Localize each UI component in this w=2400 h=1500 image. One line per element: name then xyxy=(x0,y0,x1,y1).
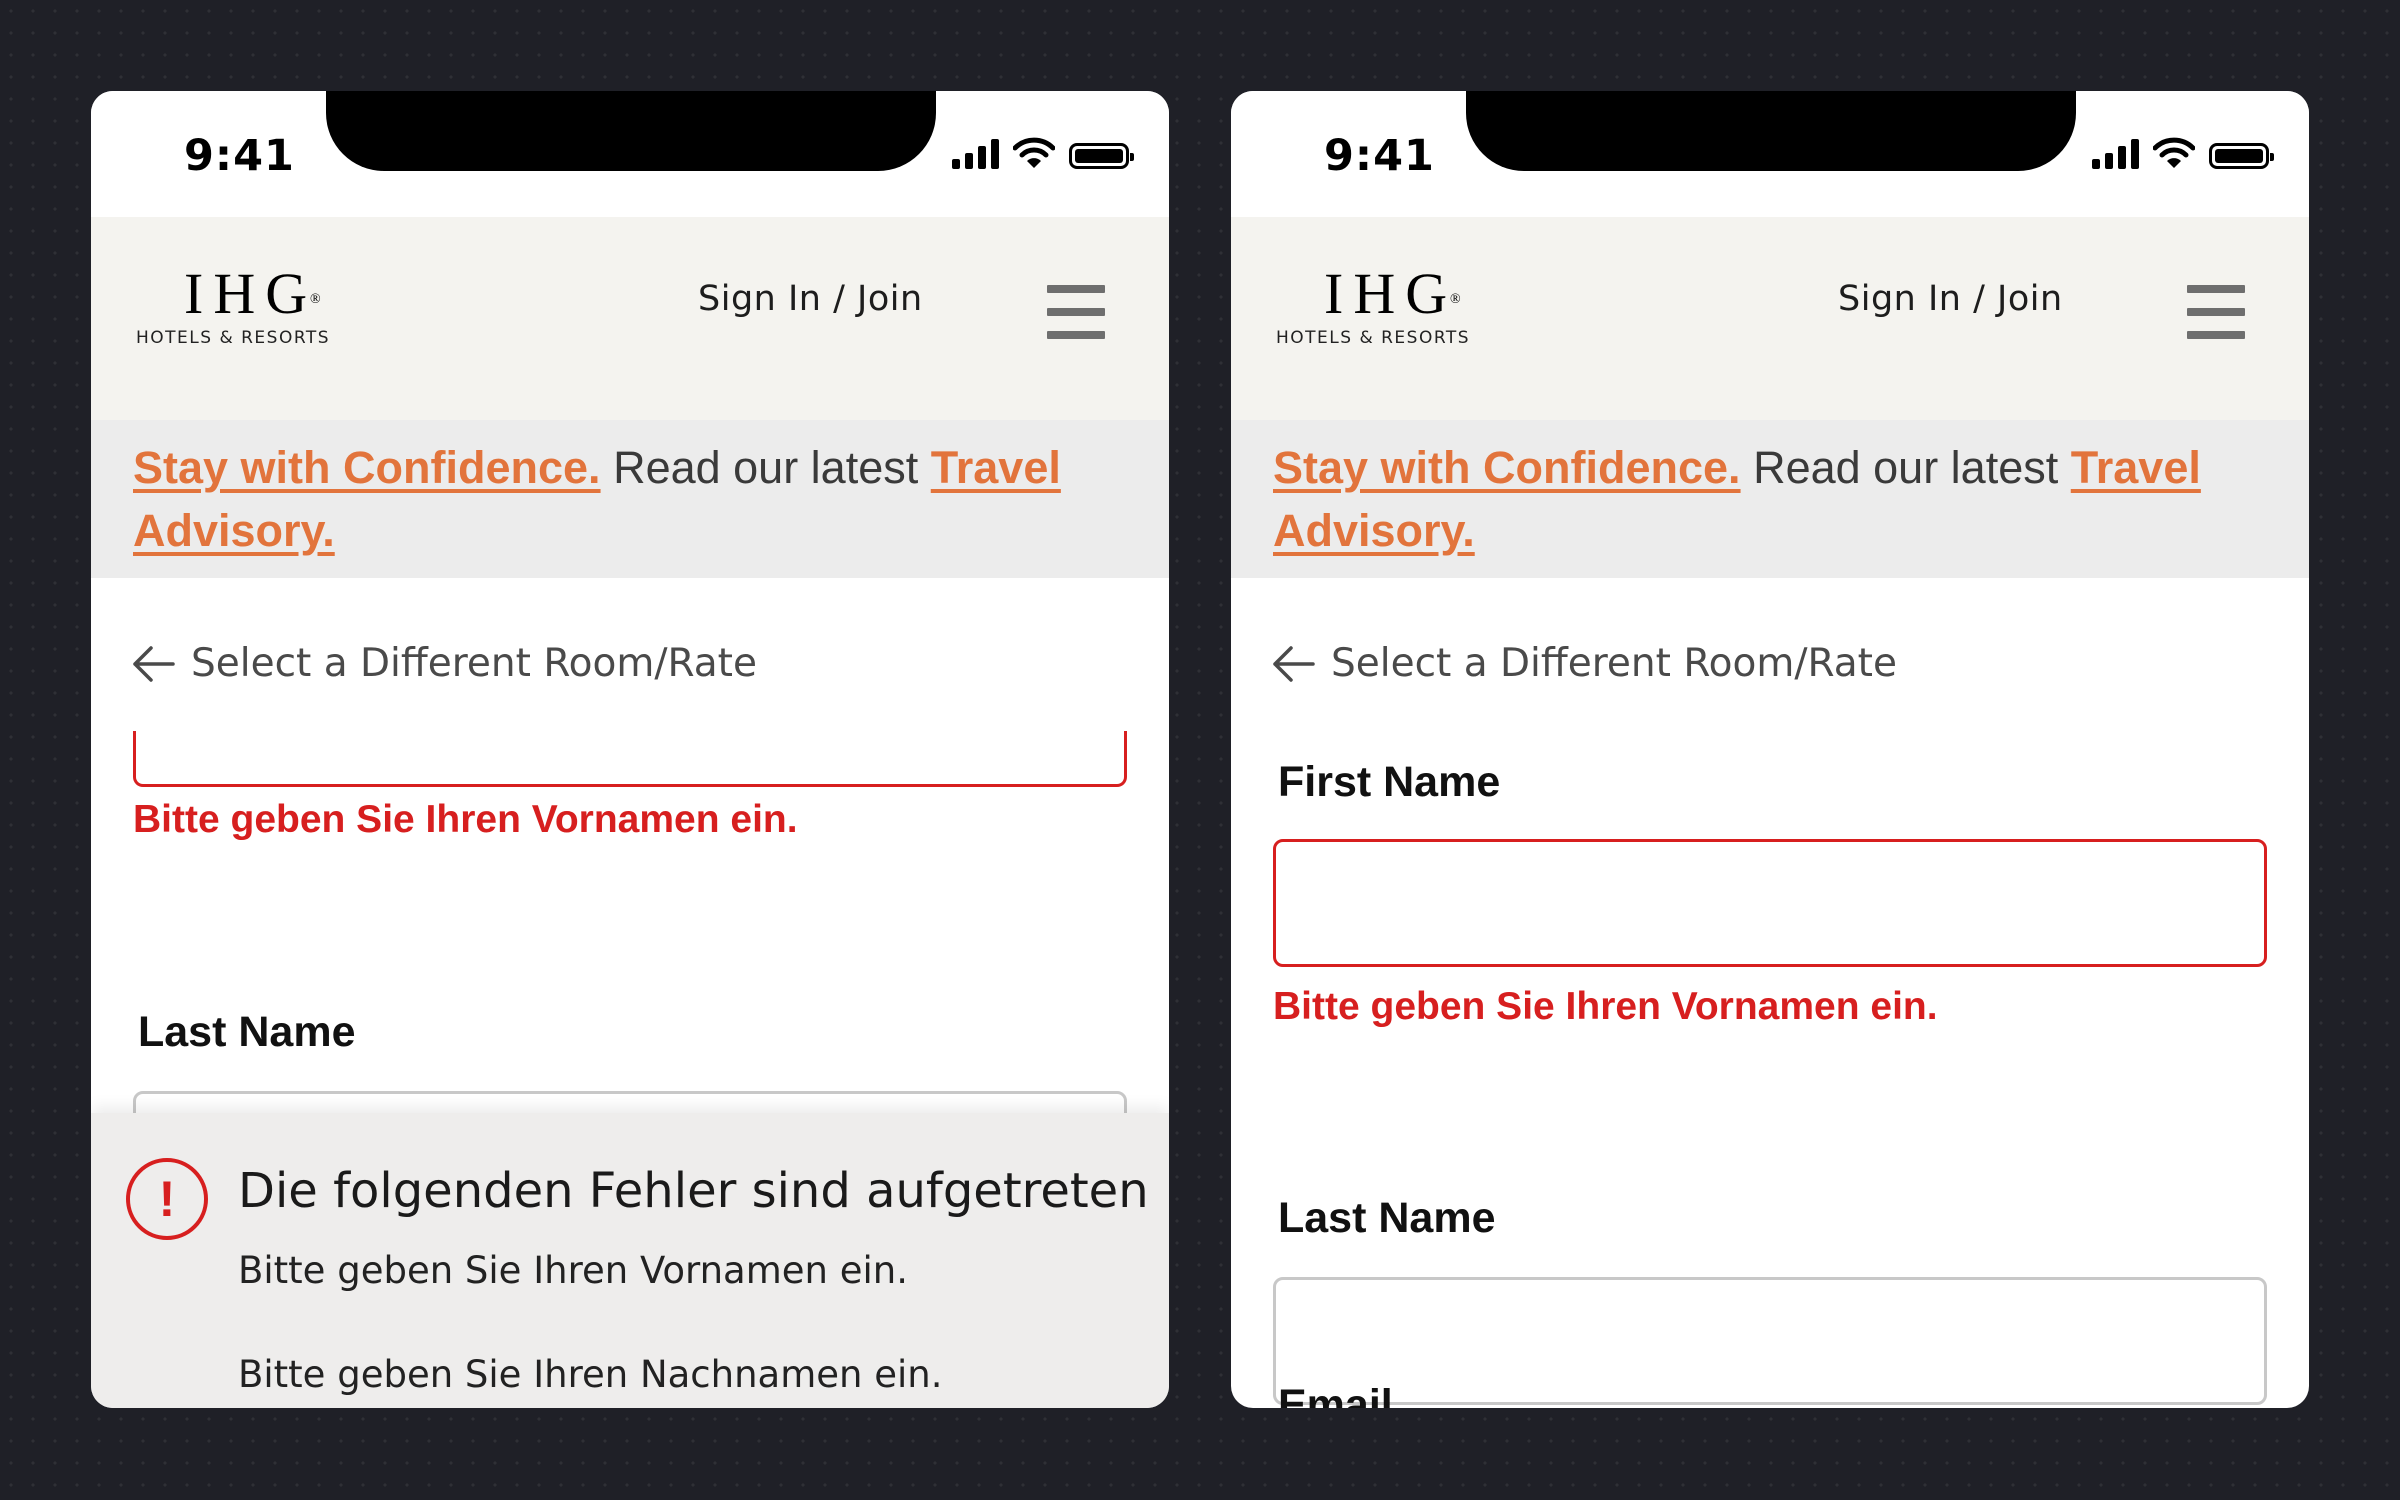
phone-screen-error-state: 9:41 IHG ® HOTELS & RESORTS Sign In / Joi… xyxy=(91,91,1169,1408)
travel-advisory-banner: Stay with Confidence. Read our latest Tr… xyxy=(91,420,1169,578)
error-alert-icon: ! xyxy=(126,1158,208,1240)
sign-in-join-link[interactable]: Sign In / Join xyxy=(698,279,923,319)
status-bar: 9:41 xyxy=(1231,91,2309,217)
back-link-label: Select a Different Room/Rate xyxy=(191,641,757,686)
error-summary-panel: ! Die folgenden Fehler sind aufgetreten … xyxy=(91,1113,1169,1408)
logo-mark: IHG xyxy=(184,261,318,326)
select-different-room-link[interactable]: Select a Different Room/Rate xyxy=(1271,641,1897,686)
logo-subtitle: HOTELS & RESORTS xyxy=(136,328,331,348)
logo-registered: ® xyxy=(1450,292,1471,307)
advisory-text: Read our latest xyxy=(600,442,931,493)
device-notch xyxy=(326,91,936,171)
first-name-input[interactable] xyxy=(133,731,1127,787)
status-time: 9:41 xyxy=(1324,131,1435,181)
menu-icon[interactable] xyxy=(1047,285,1105,339)
first-name-error: Bitte geben Sie Ihren Vornamen ein. xyxy=(133,798,798,841)
error-message-first-name[interactable]: Bitte geben Sie Ihren Vornamen ein. xyxy=(238,1249,908,1292)
cellular-signal-icon xyxy=(952,139,999,169)
device-notch xyxy=(1466,91,2076,171)
arrow-left-icon xyxy=(1273,645,1315,682)
status-bar: 9:41 xyxy=(91,91,1169,217)
logo-subtitle: HOTELS & RESORTS xyxy=(1276,328,1471,348)
last-name-input[interactable] xyxy=(1273,1277,2267,1405)
first-name-label: First Name xyxy=(1278,758,1501,806)
first-name-error: Bitte geben Sie Ihren Vornamen ein. xyxy=(1273,985,1938,1028)
last-name-label: Last Name xyxy=(138,1008,356,1056)
menu-icon[interactable] xyxy=(2187,285,2245,339)
error-summary-title: Die folgenden Fehler sind aufgetreten xyxy=(238,1163,1149,1219)
site-header: IHG ® HOTELS & RESORTS Sign In / Join xyxy=(1231,217,2309,420)
status-icons xyxy=(2092,137,2274,169)
email-label: Email xyxy=(1278,1381,1393,1408)
error-message-last-name[interactable]: Bitte geben Sie Ihren Nachnamen ein. xyxy=(238,1353,942,1396)
back-link-label: Select a Different Room/Rate xyxy=(1331,641,1897,686)
battery-icon xyxy=(2209,143,2274,169)
battery-icon xyxy=(1069,143,1134,169)
status-icons xyxy=(952,137,1134,169)
status-time: 9:41 xyxy=(184,131,295,181)
ihg-logo[interactable]: IHG ® HOTELS & RESORTS xyxy=(1276,261,1511,349)
ihg-logo[interactable]: IHG ® HOTELS & RESORTS xyxy=(136,261,371,349)
logo-mark: IHG xyxy=(1324,261,1458,326)
last-name-label: Last Name xyxy=(1278,1194,1496,1242)
stay-with-confidence-link[interactable]: Stay with Confidence. xyxy=(1273,442,1741,493)
site-header: IHG ® HOTELS & RESORTS Sign In / Join xyxy=(91,217,1169,420)
arrow-left-icon xyxy=(133,645,175,682)
stay-with-confidence-link[interactable]: Stay with Confidence. xyxy=(133,442,601,493)
cellular-signal-icon xyxy=(2092,139,2139,169)
select-different-room-link[interactable]: Select a Different Room/Rate xyxy=(131,641,757,686)
first-name-input[interactable] xyxy=(1273,839,2267,967)
wifi-icon xyxy=(1013,137,1055,168)
sign-in-join-link[interactable]: Sign In / Join xyxy=(1838,279,2063,319)
logo-registered: ® xyxy=(310,292,331,307)
wifi-icon xyxy=(2153,137,2195,168)
phone-screen-form-state: 9:41 IHG ® HOTELS & RESORTS Sign In / Joi… xyxy=(1231,91,2309,1408)
advisory-text: Read our latest xyxy=(1740,442,2071,493)
travel-advisory-banner: Stay with Confidence. Read our latest Tr… xyxy=(1231,420,2309,578)
